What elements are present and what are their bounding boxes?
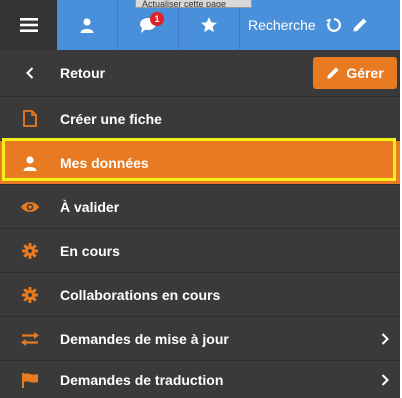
side-menu-panel: 1 Recherche Actualiser cette page Retour… [0, 0, 400, 398]
search-area: Recherche [240, 0, 400, 50]
chevron-left-icon [26, 67, 34, 79]
menu-item-label: Demandes de traduction [60, 371, 224, 388]
gear-icon [0, 242, 60, 259]
flag-icon [0, 372, 60, 388]
menu-item-create[interactable]: Créer une fiche [0, 96, 400, 140]
menu-item-my-data[interactable]: Mes données [0, 140, 400, 184]
menu-item-label: Demandes de mise à jour [60, 330, 229, 347]
user-icon [80, 18, 94, 33]
top-toolbar: 1 Recherche Actualiser cette page [0, 0, 400, 50]
user-icon [0, 155, 60, 171]
exchange-arrows-icon [0, 331, 60, 347]
file-icon [0, 110, 60, 127]
star-icon [201, 17, 217, 33]
manage-label: Gérer [346, 65, 384, 81]
menu-item-label: En cours [60, 242, 120, 259]
profile-button[interactable] [57, 0, 118, 50]
pencil-icon [327, 67, 339, 79]
menu-item-update-requests[interactable]: Demandes de mise à jour [0, 316, 400, 360]
chevron-right-icon [370, 373, 400, 386]
eye-icon [0, 200, 60, 214]
edit-button[interactable] [352, 17, 368, 33]
manage-button[interactable]: Gérer [313, 57, 397, 89]
refresh-button[interactable] [325, 17, 342, 33]
menu-item-label: Créer une fiche [60, 110, 162, 127]
hamburger-menu-button[interactable] [0, 0, 57, 50]
notification-badge: 1 [150, 12, 164, 26]
back-button[interactable] [0, 67, 60, 79]
menu-item-label: Collaborations en cours [60, 286, 221, 303]
chevron-right-icon [370, 332, 400, 345]
tooltip: Actualiser cette page [135, 0, 252, 8]
menu-item-to-validate[interactable]: À valider [0, 184, 400, 228]
pencil-icon [353, 18, 367, 32]
menu-item-label: À valider [60, 198, 120, 215]
gear-icon [0, 286, 60, 303]
menu-item-collaborations[interactable]: Collaborations en cours [0, 272, 400, 316]
refresh-icon [325, 18, 341, 32]
menu-item-in-progress[interactable]: En cours [0, 228, 400, 272]
menu-item-translation-requests[interactable]: Demandes de traduction [0, 360, 400, 398]
menu-item-label: Mes données [60, 154, 149, 171]
hamburger-icon [19, 18, 38, 32]
search-link[interactable]: Recherche [248, 17, 316, 33]
toolbar-strip: 1 Recherche Actualiser cette page [57, 0, 400, 50]
